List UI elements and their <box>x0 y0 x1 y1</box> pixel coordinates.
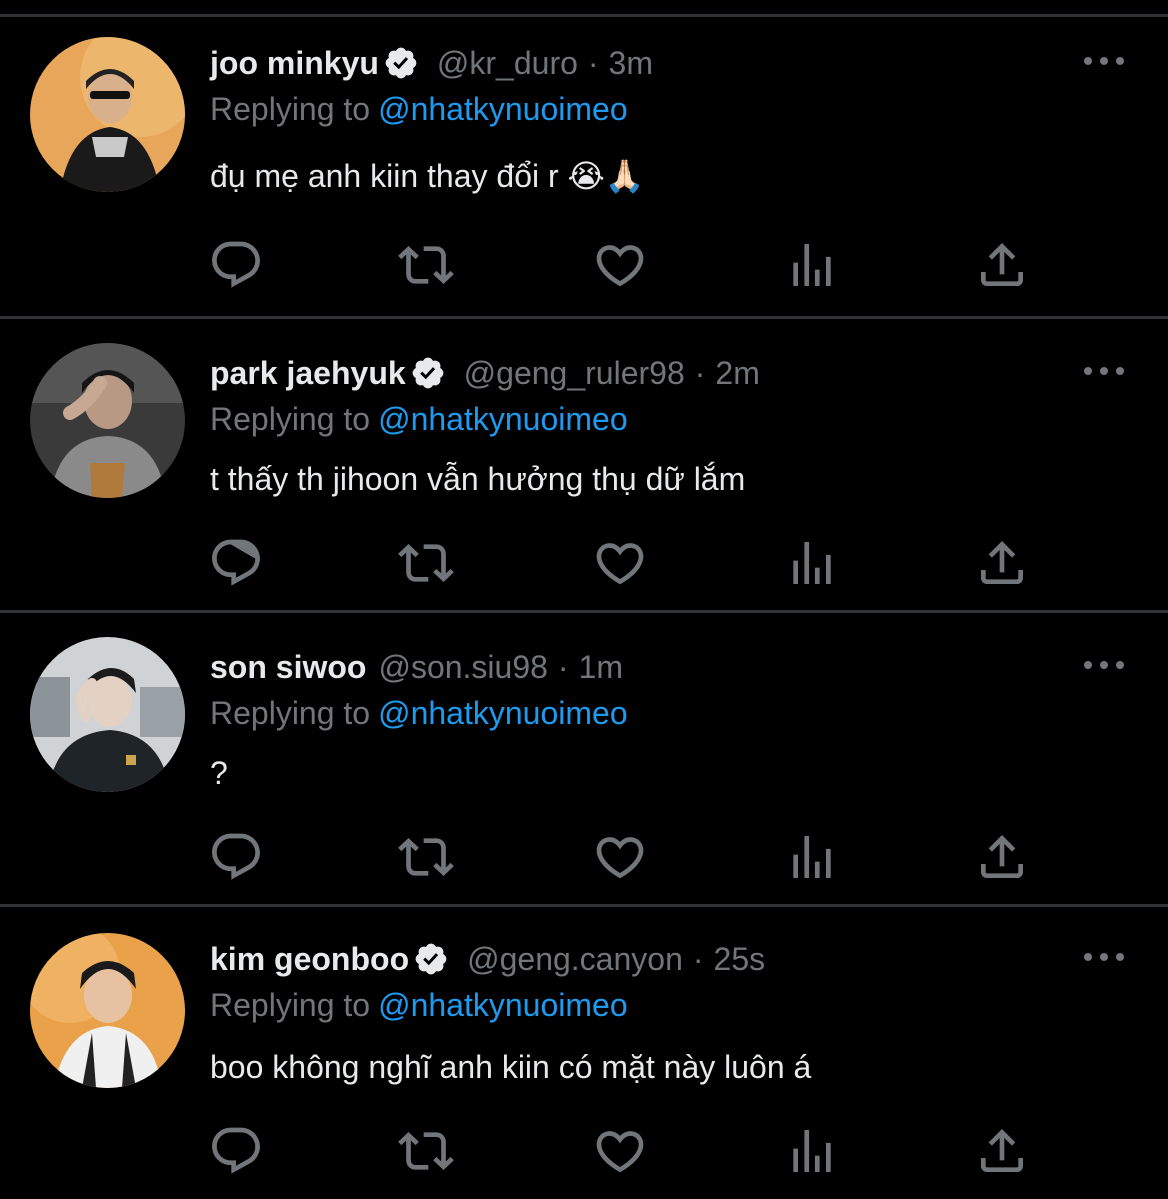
separator-dot: · <box>692 940 704 977</box>
timestamp[interactable]: 1m <box>579 649 623 686</box>
tweet-header: park jaehyuk @geng_ruler98 · 2m <box>210 353 760 393</box>
replying-to-label: Replying to <box>210 987 371 1023</box>
replying-to-label: Replying to <box>210 401 371 437</box>
tweet-text: ? <box>210 755 228 791</box>
tweet-header: joo minkyu @kr_duro · 3m <box>210 43 653 83</box>
handle[interactable]: @kr_duro <box>437 45 578 82</box>
avatar[interactable] <box>30 37 185 192</box>
share-icon[interactable] <box>974 535 1030 591</box>
action-bar <box>0 829 1168 889</box>
tweet[interactable]: kim geonboo @geng.canyon · 25s Replying … <box>0 907 1168 1199</box>
reply-target-link[interactable]: @nhatkynuoimeo <box>378 401 628 437</box>
avatar[interactable] <box>30 343 185 498</box>
heart-icon[interactable] <box>592 829 648 885</box>
display-name[interactable]: kim geonboo <box>210 941 409 978</box>
separator-dot: · <box>587 44 599 81</box>
handle[interactable]: @son.siu98 <box>378 649 547 686</box>
reply-icon[interactable] <box>208 237 264 293</box>
tweet[interactable]: joo minkyu @kr_duro · 3m Replying to @nha… <box>0 17 1168 319</box>
heart-icon[interactable] <box>592 1123 648 1179</box>
display-name[interactable]: park jaehyuk <box>210 355 406 392</box>
reply-target-link[interactable]: @nhatkynuoimeo <box>378 91 628 127</box>
replying-to: Replying to @nhatkynuoimeo <box>210 91 628 128</box>
action-bar <box>0 237 1168 297</box>
tweet-header: kim geonboo @geng.canyon · 25s <box>210 939 765 979</box>
timestamp[interactable]: 2m <box>715 355 759 392</box>
more-icon[interactable] <box>1084 947 1124 967</box>
views-icon[interactable] <box>784 535 840 591</box>
tweet-text: t thấy th jihoon vẫn hưởng thụ dữ lắm <box>210 461 746 497</box>
heart-icon[interactable] <box>592 535 648 591</box>
more-icon[interactable] <box>1084 655 1124 675</box>
separator-dot: · <box>694 354 706 391</box>
replying-to: Replying to @nhatkynuoimeo <box>210 987 628 1024</box>
retweet-icon[interactable] <box>398 237 454 293</box>
avatar[interactable] <box>30 933 185 1088</box>
display-name[interactable]: joo minkyu <box>210 45 379 82</box>
tweet-header: son siwoo @son.siu98 · 1m <box>210 647 623 687</box>
share-icon[interactable] <box>974 829 1030 885</box>
tweet[interactable]: son siwoo @son.siu98 · 1m Replying to @nh… <box>0 613 1168 907</box>
timestamp[interactable]: 3m <box>609 45 653 82</box>
views-icon[interactable] <box>784 829 840 885</box>
retweet-icon[interactable] <box>398 1123 454 1179</box>
replying-to-label: Replying to <box>210 695 371 731</box>
separator-dot: · <box>557 648 569 685</box>
handle[interactable]: @geng_ruler98 <box>464 355 685 392</box>
share-icon[interactable] <box>974 237 1030 293</box>
replying-to-label: Replying to <box>210 91 371 127</box>
verified-badge-icon <box>383 45 419 81</box>
handle[interactable]: @geng.canyon <box>467 941 683 978</box>
reply-target-link[interactable]: @nhatkynuoimeo <box>378 695 628 731</box>
reply-icon[interactable] <box>208 1123 264 1179</box>
tweet[interactable]: park jaehyuk @geng_ruler98 · 2m Replying… <box>0 319 1168 613</box>
views-icon[interactable] <box>784 237 840 293</box>
more-icon[interactable] <box>1084 361 1124 381</box>
tweet-text: đụ mẹ anh kiin thay đổi r 😭🙏🏻 <box>210 158 645 194</box>
more-icon[interactable] <box>1084 51 1124 71</box>
action-bar <box>0 535 1168 595</box>
display-name[interactable]: son siwoo <box>210 649 366 686</box>
heart-icon[interactable] <box>592 237 648 293</box>
verified-badge-icon <box>410 355 446 391</box>
tweet-text: boo không nghĩ anh kiin có mặt này luôn … <box>210 1049 812 1085</box>
reply-icon[interactable] <box>208 535 264 591</box>
timestamp[interactable]: 25s <box>714 941 766 978</box>
action-bar <box>0 1123 1168 1183</box>
reply-icon[interactable] <box>208 829 264 885</box>
replying-to: Replying to @nhatkynuoimeo <box>210 695 628 732</box>
verified-badge-icon <box>413 941 449 977</box>
views-icon[interactable] <box>784 1123 840 1179</box>
retweet-icon[interactable] <box>398 535 454 591</box>
retweet-icon[interactable] <box>398 829 454 885</box>
replying-to: Replying to @nhatkynuoimeo <box>210 401 628 438</box>
share-icon[interactable] <box>974 1123 1030 1179</box>
avatar[interactable] <box>30 637 185 792</box>
reply-target-link[interactable]: @nhatkynuoimeo <box>378 987 628 1023</box>
